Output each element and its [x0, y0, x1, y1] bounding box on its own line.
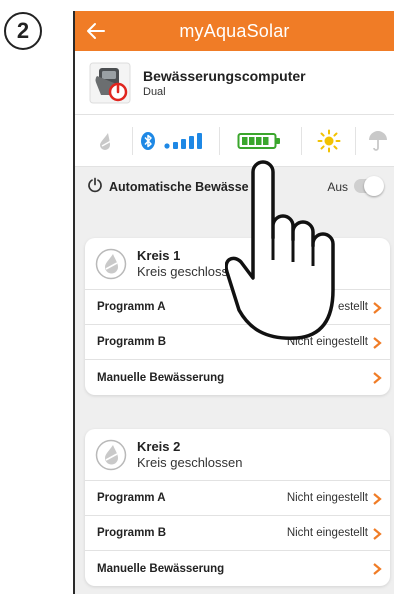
- circuit-card-2: Kreis 2 Kreis geschlossen Programm A Nic…: [85, 429, 390, 586]
- row-value: Nicht eingestellt: [286, 492, 368, 504]
- circuit-status: Kreis geschloss: [137, 264, 229, 279]
- circuit-status: Kreis geschlossen: [137, 455, 243, 470]
- chevron-right-icon: [373, 563, 382, 575]
- row-label: Programm B: [97, 336, 167, 348]
- row-label: Programm B: [97, 527, 167, 539]
- chevron-right-icon: [373, 528, 382, 540]
- pointing-hand-icon: [225, 160, 335, 340]
- app-title: myAquaSolar: [179, 20, 290, 41]
- bluetooth-icon: [137, 115, 159, 167]
- manual-irrigation-row[interactable]: Manuelle Bewässerung: [85, 551, 390, 586]
- device-name: Bewässerungscomputer: [143, 67, 306, 84]
- toggle-knob[interactable]: [364, 176, 384, 196]
- chevron-right-icon: [373, 337, 382, 349]
- power-icon: [87, 177, 103, 198]
- status-divider: [355, 127, 356, 155]
- row-value: Nicht eingestellt: [286, 527, 368, 539]
- program-a-row[interactable]: Programm A Nicht eingestellt: [85, 481, 390, 516]
- status-divider: [219, 127, 220, 155]
- back-arrow-icon[interactable]: [83, 18, 109, 44]
- signal-icon: [161, 115, 207, 167]
- umbrella-icon: [361, 115, 394, 167]
- chevron-right-icon: [373, 302, 382, 314]
- drop-circle-icon: [95, 248, 127, 280]
- circuit-header[interactable]: Kreis 2 Kreis geschlossen: [85, 429, 390, 481]
- circuit-title: Kreis 1: [137, 248, 181, 263]
- status-divider: [301, 127, 302, 155]
- row-label: Programm A: [97, 301, 166, 313]
- row-label: Programm A: [97, 492, 166, 504]
- device-image: [89, 62, 131, 104]
- device-subtitle: Dual: [143, 85, 166, 98]
- manual-irrigation-row[interactable]: Manuelle Bewässerung: [85, 360, 390, 395]
- step-number: 2: [16, 18, 30, 43]
- chevron-right-icon: [373, 372, 382, 384]
- circuit-title: Kreis 2: [137, 439, 181, 454]
- program-b-row[interactable]: Programm B Nicht eingestellt: [85, 516, 390, 551]
- row-label: Manuelle Bewässerung: [97, 562, 225, 575]
- auto-irrigation-toggle[interactable]: [354, 176, 384, 196]
- status-divider: [132, 127, 133, 155]
- chevron-right-icon: [373, 493, 382, 505]
- device-header[interactable]: Bewässerungscomputer Dual: [75, 51, 394, 115]
- step-number-badge: 2: [4, 12, 42, 50]
- drop-icon: [79, 115, 133, 167]
- drop-circle-icon: [95, 439, 127, 471]
- app-bar: myAquaSolar: [75, 11, 394, 51]
- row-label: Manuelle Bewässerung: [97, 371, 225, 384]
